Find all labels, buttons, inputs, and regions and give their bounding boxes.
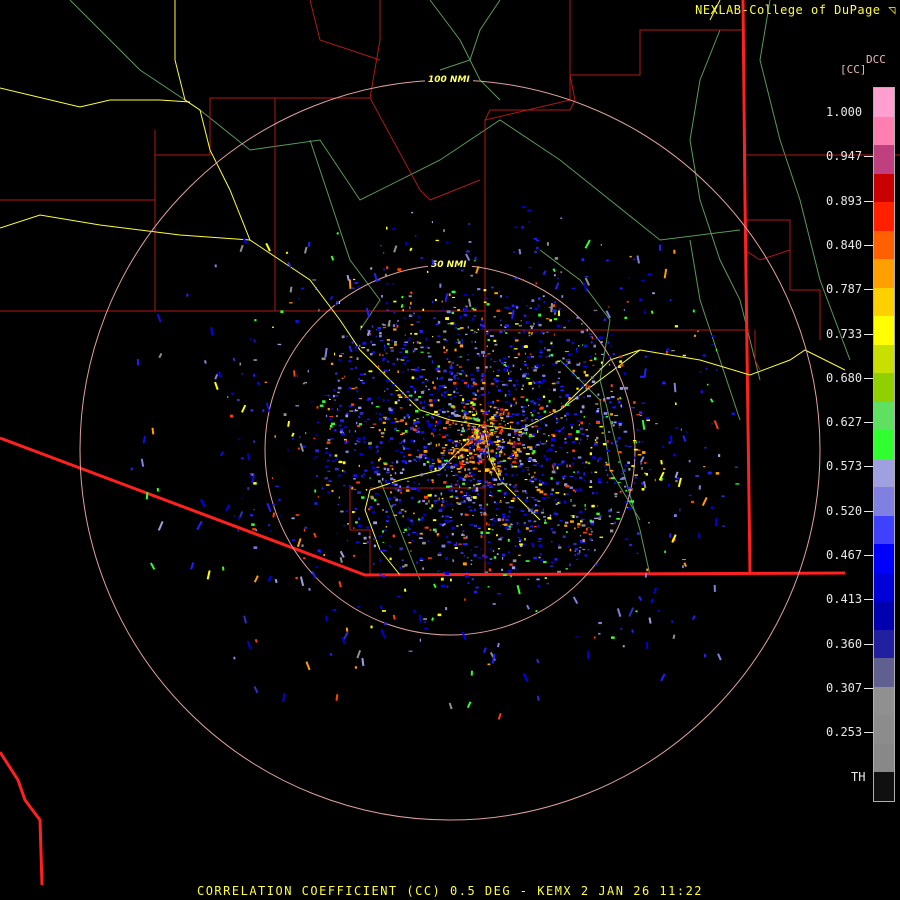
scale-tick-label: 0.947	[826, 149, 863, 164]
scale-segment	[874, 772, 894, 801]
radar-map: 100 NMI 50 NMI	[0, 0, 900, 900]
scale-segment	[874, 487, 894, 516]
scale-tick-mark	[864, 599, 873, 601]
legend-unit: [CC]	[840, 63, 867, 76]
color-scale-bar	[873, 87, 895, 802]
scale-segment	[874, 259, 894, 288]
scale-segment	[874, 88, 894, 117]
scale-tick-label: 0.893	[826, 193, 863, 208]
scale-tick-mark	[864, 555, 873, 556]
scale-tick-label: 0.627	[826, 415, 863, 430]
scale-segment	[874, 515, 894, 545]
scale-segment	[874, 230, 894, 260]
scale-tick-mark	[864, 244, 873, 246]
scale-tick-label: 0.733	[826, 326, 863, 341]
scale-segment	[874, 145, 894, 174]
scale-segment	[874, 686, 894, 716]
scale-tick-mark	[864, 289, 873, 291]
scale-segment	[874, 629, 894, 659]
scale-tick-label: TH	[851, 769, 866, 784]
scale-tick-mark	[864, 422, 873, 424]
scale-segment	[874, 601, 894, 630]
scale-segment	[874, 572, 894, 602]
scale-segment	[874, 544, 894, 573]
scale-tick-label: 0.787	[826, 282, 863, 297]
scale-tick-label: 0.573	[826, 459, 863, 474]
scale-tick-label: 0.413	[826, 592, 863, 607]
scale-segment	[874, 430, 894, 459]
scale-tick-mark	[864, 732, 873, 734]
scale-tick-label: 0.467	[826, 548, 863, 562]
scale-segment	[874, 202, 894, 231]
scale-tick-mark	[864, 333, 873, 335]
credit-label: NEXLAB-College of DuPage ◹	[695, 3, 896, 17]
scale-segment	[874, 116, 894, 146]
scale-tick-label: 0.840	[826, 237, 863, 252]
scale-segment	[874, 458, 894, 488]
scale-segment	[874, 715, 894, 744]
scale-tick-mark	[864, 466, 873, 468]
scale-tick-mark	[864, 200, 873, 202]
scale-tick-label: 1.000	[826, 105, 863, 119]
scale-tick-mark	[864, 510, 873, 512]
scale-tick-label: 0.360	[826, 636, 863, 651]
scale-segment	[874, 658, 894, 687]
product-title: CORRELATION COEFFICIENT (CC) 0.5 DEG - K…	[196, 884, 704, 898]
scale-tick-mark	[864, 156, 873, 158]
scale-segment	[874, 287, 894, 317]
credit-text: NEXLAB-College of DuPage	[695, 3, 881, 17]
scale-segment	[874, 316, 894, 345]
credit-mark-icon: ◹	[888, 3, 896, 17]
scale-segment	[874, 173, 894, 203]
scale-tick-label: 0.680	[826, 370, 863, 385]
scale-tick-mark	[864, 687, 873, 689]
scale-segment	[874, 373, 894, 402]
scale-tick-mark	[864, 377, 873, 379]
scale-tick-label: 0.307	[826, 680, 863, 695]
scale-segment	[874, 401, 894, 431]
legend-product: DCC	[866, 53, 886, 66]
ring-label-50: 50 NMI	[431, 260, 467, 270]
scale-tick-mark	[864, 643, 873, 645]
scale-segment	[874, 743, 894, 773]
scale-segment	[874, 344, 894, 374]
scale-tick-label: 0.253	[826, 725, 863, 740]
scale-tick-label: 0.520	[826, 503, 863, 518]
ring-label-100: 100 NMI	[428, 75, 470, 85]
